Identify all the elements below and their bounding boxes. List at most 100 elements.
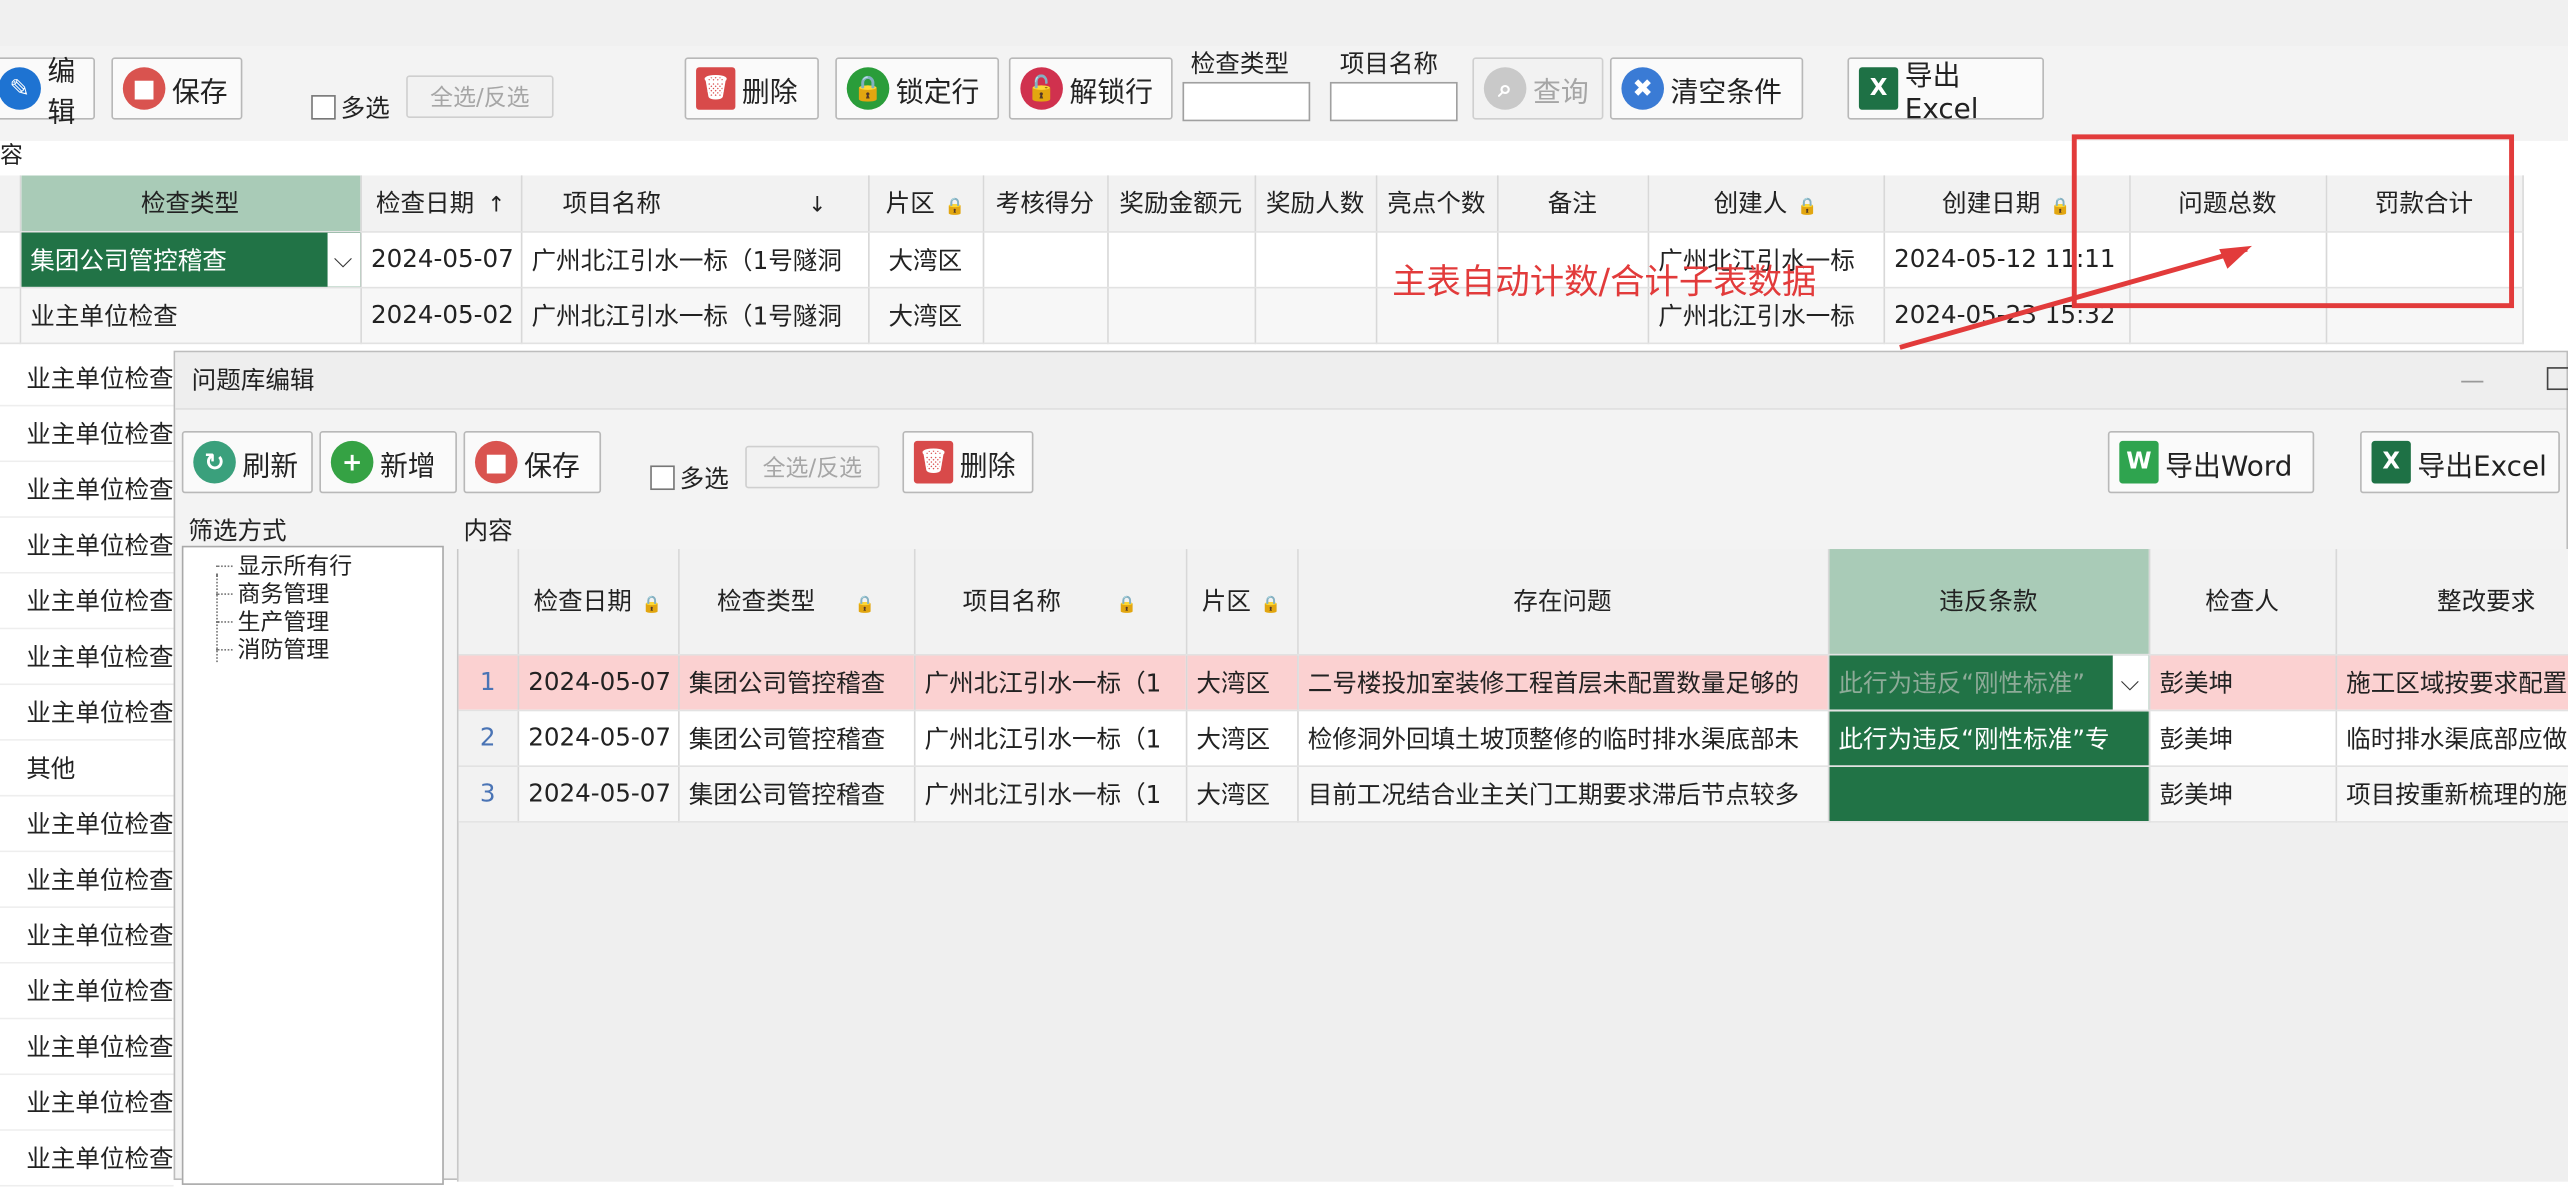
- col-header-type[interactable]: 检查类型: [19, 175, 362, 232]
- area-cell[interactable]: 大湾区: [1185, 653, 1298, 711]
- col-header-score[interactable]: 考核得分: [982, 175, 1108, 232]
- table-row[interactable]: 3 2024-05-07 集团公司管控稽查 广州北江引水一标（1 大湾区 目前工…: [458, 765, 2568, 822]
- col-header-clause[interactable]: 违反条款: [1827, 549, 2150, 655]
- col-header-area[interactable]: 片区 🔒: [1185, 549, 1298, 655]
- type-cell[interactable]: 集团公司管控稽查: [678, 765, 915, 822]
- project-cell[interactable]: 广州北江引水一标（1: [913, 765, 1187, 822]
- reward-amount-cell[interactable]: [1107, 231, 1256, 288]
- date-cell[interactable]: 2024-05-07: [360, 231, 522, 288]
- requirement-cell[interactable]: 施工区域按要求配置数: [2335, 653, 2568, 711]
- col-header-reward-amount[interactable]: 奖励金额元: [1107, 175, 1256, 232]
- trash-icon: 🗑: [913, 440, 954, 484]
- col-header-date[interactable]: 检查日期 ↑: [360, 175, 522, 232]
- col-header-issue[interactable]: 存在问题: [1297, 549, 1829, 655]
- type-cell[interactable]: 集团公司管控稽查: [678, 709, 915, 767]
- col-header-requirement[interactable]: 整改要求: [2335, 549, 2568, 655]
- lock-row-button[interactable]: 🔒 锁定行: [835, 57, 1000, 120]
- reward-count-cell[interactable]: [1254, 231, 1377, 288]
- query-button[interactable]: ⌕ 查询: [1472, 57, 1604, 120]
- list-item[interactable]: 业主单位检查: [0, 1130, 174, 1187]
- col-header-reward-count[interactable]: 奖励人数: [1254, 175, 1377, 232]
- list-item[interactable]: 业主单位检查: [0, 685, 174, 741]
- col-header-remark[interactable]: 备注: [1496, 175, 1649, 232]
- col-header-inspector[interactable]: 检查人: [2148, 549, 2337, 655]
- inspector-cell[interactable]: 彭美坤: [2148, 653, 2337, 711]
- project-cell[interactable]: 广州北江引水一标（1: [913, 709, 1187, 767]
- list-item[interactable]: 业主单位检查: [0, 517, 174, 574]
- col-header-project[interactable]: 项目名称 ↓: [520, 175, 869, 232]
- type-filter-input[interactable]: [1182, 81, 1311, 122]
- maximize-icon[interactable]: [2546, 367, 2568, 391]
- clause-cell[interactable]: [1827, 765, 2150, 822]
- list-item[interactable]: 业主单位检查: [0, 462, 174, 518]
- list-item[interactable]: 业主单位检查: [0, 406, 174, 463]
- requirement-cell[interactable]: 项目按重新梳理的施工: [2335, 765, 2568, 822]
- export-word-button[interactable]: W 导出Word: [2107, 431, 2315, 494]
- dialog-export-excel-button[interactable]: X 导出Excel: [2360, 431, 2560, 494]
- dialog-delete-button[interactable]: 🗑 删除: [902, 431, 1034, 494]
- area-cell[interactable]: 大湾区: [1185, 709, 1298, 767]
- list-item[interactable]: 业主单位检查: [0, 963, 174, 1020]
- dialog-multi-select-checkbox[interactable]: 多选: [650, 461, 729, 495]
- multi-select-checkbox[interactable]: 多选: [311, 90, 390, 124]
- project-cell[interactable]: 广州北江引水一标（1号隧洞: [520, 286, 869, 344]
- list-item[interactable]: 业主单位检查: [0, 629, 174, 686]
- issue-cell[interactable]: 目前工况结合业主关门工期要求滞后节点较多: [1297, 765, 1829, 822]
- project-cell[interactable]: 广州北江引水一标（1号隧洞: [520, 231, 869, 288]
- checkbox-box[interactable]: [650, 465, 675, 491]
- project-filter-input[interactable]: [1329, 81, 1458, 122]
- list-item[interactable]: 业主单位检查: [0, 907, 174, 964]
- date-cell[interactable]: 2024-05-07: [517, 653, 679, 711]
- date-cell[interactable]: 2024-05-07: [517, 765, 679, 822]
- issue-cell[interactable]: 检修洞外回填土坡顶整修的临时排水渠底部未: [1297, 709, 1829, 767]
- edit-button[interactable]: ✎ 编辑: [0, 56, 95, 129]
- date-cell[interactable]: 2024-05-02: [360, 286, 522, 344]
- delete-button[interactable]: 🗑 删除: [684, 57, 819, 120]
- area-cell[interactable]: 大湾区: [1185, 765, 1298, 822]
- inspector-cell[interactable]: 彭美坤: [2148, 765, 2337, 822]
- content-label: 内容: [463, 516, 513, 546]
- dialog-save-button[interactable]: ■ 保存: [463, 431, 602, 494]
- project-cell[interactable]: 广州北江引水一标（1: [913, 653, 1187, 711]
- save-button[interactable]: ■ 保存: [111, 57, 243, 120]
- table-row[interactable]: 1 2024-05-07 集团公司管控稽查 广州北江引水一标（1 大湾区 二号楼…: [458, 653, 2568, 711]
- type-cell[interactable]: 集团公司管控稽查: [678, 653, 915, 711]
- lock-icon: 🔒: [846, 67, 890, 110]
- checkbox-box[interactable]: [311, 95, 336, 120]
- export-excel-button[interactable]: X 导出Excel: [1847, 57, 2044, 125]
- clause-cell[interactable]: 此行为违反“刚性标准”专: [1827, 709, 2150, 767]
- requirement-cell[interactable]: 临时排水渠底部应做好: [2335, 709, 2568, 767]
- clear-button[interactable]: ✖ 清空条件: [1609, 57, 1804, 120]
- area-cell[interactable]: 大湾区: [868, 231, 984, 288]
- dialog-select-all-button[interactable]: 全选/反选: [745, 445, 880, 489]
- col-header-highlights[interactable]: 亮点个数: [1375, 175, 1498, 232]
- date-cell[interactable]: 2024-05-07: [517, 709, 679, 767]
- select-all-button[interactable]: 全选/反选: [406, 75, 554, 119]
- chevron-down-icon[interactable]: ⌵: [326, 231, 359, 286]
- clause-cell-editing[interactable]: 此行为违反“刚性标准” ⌵: [1827, 653, 2150, 711]
- list-item[interactable]: 业主单位检查: [0, 1019, 174, 1076]
- list-item[interactable]: 业主单位检查: [0, 1075, 174, 1131]
- col-header-project[interactable]: 项目名称 🔒: [913, 549, 1187, 655]
- score-cell[interactable]: [982, 231, 1108, 288]
- issue-cell[interactable]: 二号楼投加室装修工程首层未配置数量足够的: [1297, 653, 1829, 711]
- list-item[interactable]: 业主单位检查: [0, 350, 174, 407]
- list-item[interactable]: 业主单位检查: [0, 852, 174, 908]
- area-cell[interactable]: 大湾区: [868, 286, 984, 344]
- list-item[interactable]: 业主单位检查: [0, 573, 174, 630]
- list-item[interactable]: 业主单位检查: [0, 796, 174, 853]
- add-button[interactable]: + 新增: [319, 431, 457, 494]
- col-header-area[interactable]: 片区 🔒: [868, 175, 984, 232]
- unlock-row-button[interactable]: 🔓 解锁行: [1008, 57, 1173, 120]
- refresh-button[interactable]: ↻ 刷新: [181, 431, 313, 494]
- minimize-icon[interactable]: —: [2460, 352, 2485, 408]
- list-item[interactable]: 其他: [0, 740, 174, 797]
- col-header-date[interactable]: 检查日期 🔒: [517, 549, 679, 655]
- clear-icon: ✖: [1621, 67, 1665, 110]
- inspector-cell[interactable]: 彭美坤: [2148, 709, 2337, 767]
- table-row[interactable]: 2 2024-05-07 集团公司管控稽查 广州北江引水一标（1 大湾区 检修洞…: [458, 709, 2568, 767]
- tree-item-fire[interactable]: 消防管理: [216, 633, 329, 666]
- col-header-creator[interactable]: 创建人 🔒: [1647, 175, 1885, 232]
- col-header-type[interactable]: 检查类型 🔒: [678, 549, 915, 655]
- chevron-down-icon[interactable]: ⌵: [2111, 654, 2148, 709]
